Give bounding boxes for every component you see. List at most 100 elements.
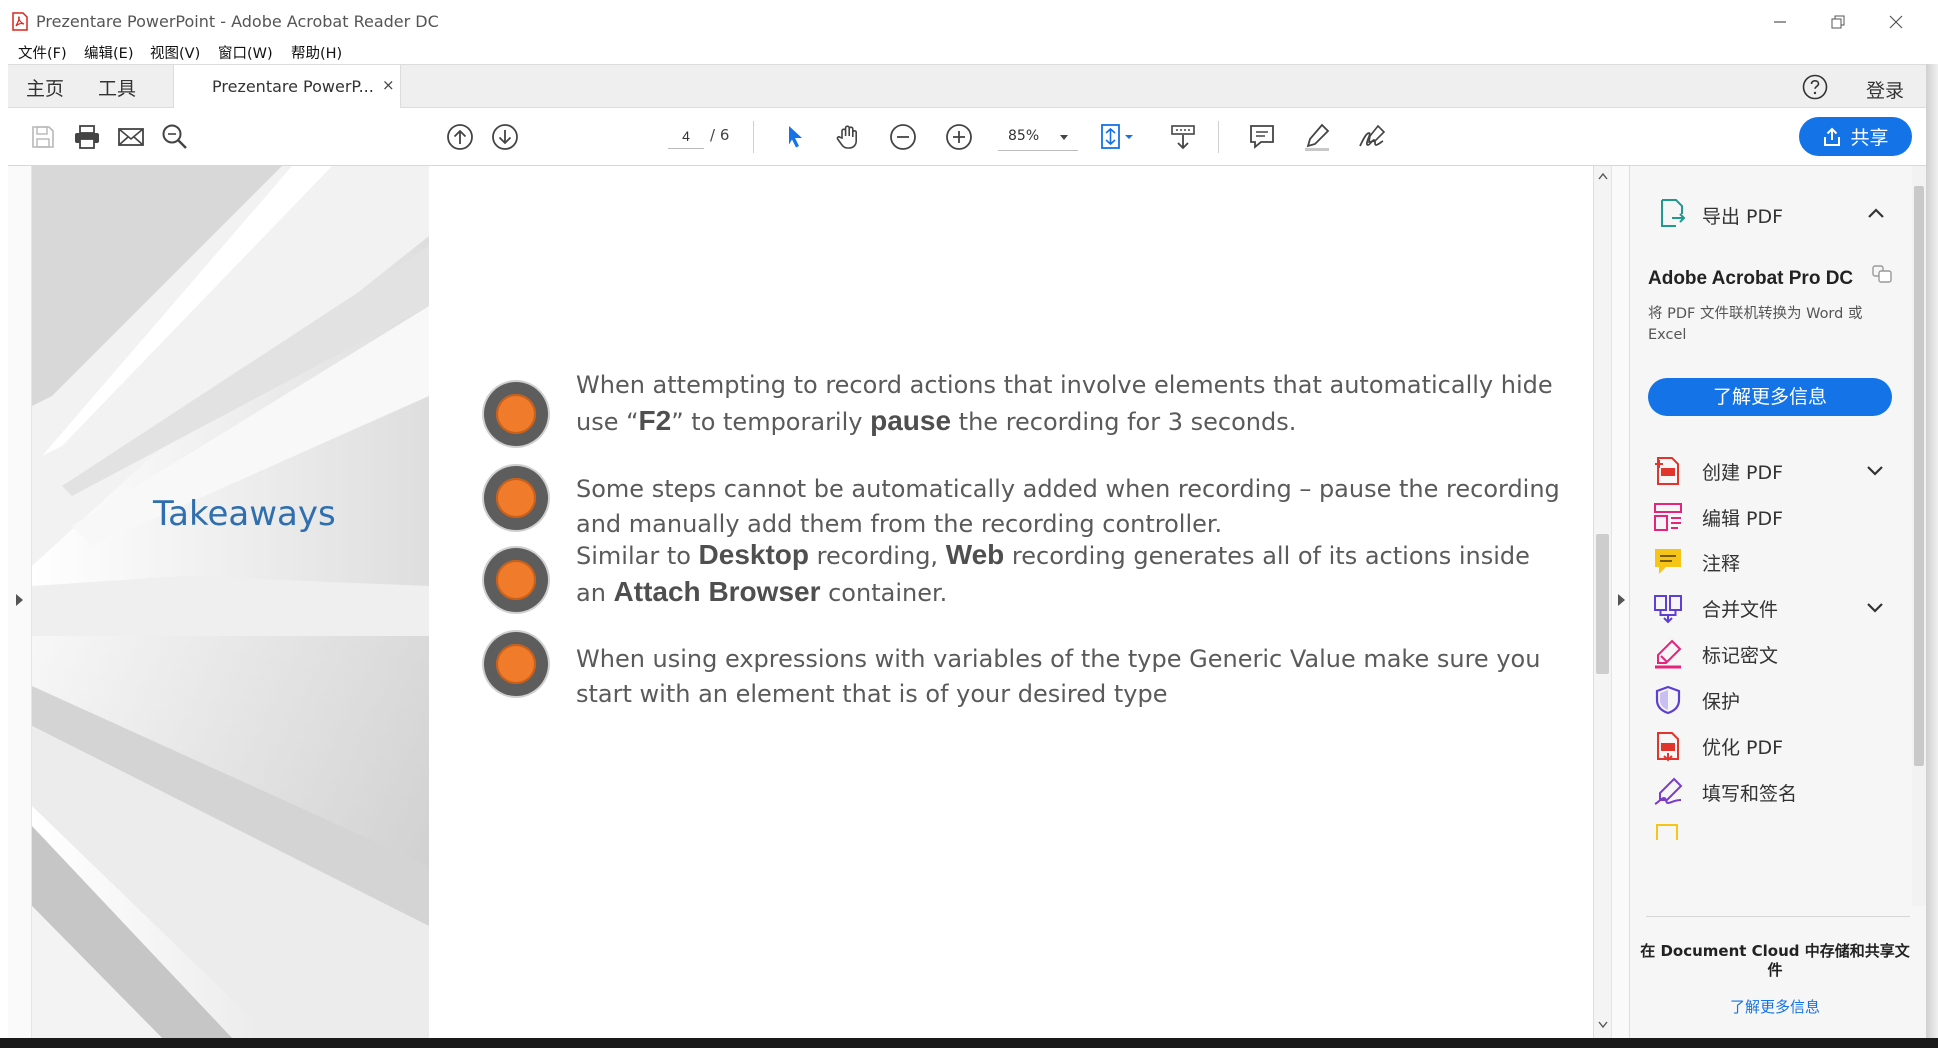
document-cloud-text: 在 Document Cloud 中存储和共享文件 [1640,942,1910,979]
tab-home[interactable]: 主页 [26,74,64,101]
more-tool-icon [1656,824,1678,840]
tool-label: 合并文件 [1702,599,1779,621]
save-icon[interactable] [28,122,58,152]
tab-bar: 主页 工具 Prezentare PowerP... × 登录 [8,64,1926,108]
window-title: Prezentare PowerPoint - Adobe Acrobat Re… [36,12,439,31]
divider [1646,916,1910,917]
document-view[interactable]: Takeaways When attempting to record acti… [8,166,1629,1038]
cloud-icon [1872,265,1892,283]
comment-icon[interactable] [1247,122,1277,152]
zoom-value: 85% [1008,128,1040,144]
promo-description: 将 PDF 文件联机转换为 Word 或 Excel [1648,306,1863,343]
promo-title: Adobe Acrobat Pro DC [1648,268,1854,289]
print-icon[interactable] [72,122,102,152]
scrollbar-thumb[interactable] [1914,186,1924,766]
edit-pdf-icon [1654,503,1682,531]
toolbar: / 6 85% [8,108,1926,166]
minimize-button[interactable] [1760,6,1800,38]
learn-more-button[interactable]: 了解更多信息 [1648,378,1892,416]
page-total: / 6 [710,126,730,144]
chevron-right-icon [1618,594,1625,606]
close-tab-button[interactable]: × [382,76,395,94]
close-window-button[interactable] [1876,6,1916,38]
restore-icon [1831,15,1845,29]
slide-background-image [32,166,429,1038]
fit-page-icon[interactable] [1098,122,1138,152]
left-panel-toggle[interactable] [8,166,32,1038]
toolbar-divider [1218,121,1219,153]
help-icon[interactable] [1802,74,1828,100]
scrollbar-thumb[interactable] [1596,534,1609,674]
tool-edit-pdf[interactable]: 编辑 PDF [1630,495,1910,539]
bullet-marker [484,548,548,612]
tool-row-partial[interactable] [1630,816,1910,840]
acrobat-app-icon [12,12,28,31]
scroll-mode-icon[interactable] [1168,122,1198,152]
bullet-marker [484,382,548,446]
zoom-in-icon[interactable] [944,122,974,152]
hand-tool-icon[interactable] [834,122,864,152]
tool-optimize-pdf[interactable]: 优化 PDF [1630,724,1910,768]
combine-files-icon [1654,595,1682,624]
sign-icon[interactable] [1356,122,1390,152]
previous-page-icon[interactable] [445,122,475,152]
menu-view[interactable]: 视图(V) [150,42,200,63]
search-icon[interactable] [160,122,190,152]
shield-icon [1655,685,1681,715]
menu-bar: 文件(F) 编辑(E) 视图(V) 窗口(W) 帮助(H) [0,40,1938,64]
chevron-down-icon[interactable] [1866,465,1884,477]
chevron-down-icon[interactable] [1866,602,1884,614]
chevron-up-icon[interactable] [1866,206,1886,220]
chevron-down-icon [1060,135,1068,140]
login-link[interactable]: 登录 [1866,76,1904,103]
zoom-select[interactable]: 85% [998,123,1078,151]
taskbar-strip [0,1038,1938,1048]
tool-create-pdf[interactable]: 创建 PDF [1630,449,1910,493]
document-cloud-learn-more-link[interactable]: 了解更多信息 [1640,996,1910,1017]
tool-comment[interactable]: 注释 [1630,540,1910,584]
document-scrollbar[interactable] [1593,166,1611,1038]
tools-pane-scrollbar[interactable] [1912,166,1926,906]
slide-bullet-text: Similar to Desktop recording, Web record… [576,539,1530,607]
tab-tools[interactable]: 工具 [98,74,136,101]
zoom-out-icon[interactable] [888,122,918,152]
highlight-icon[interactable] [1302,122,1332,152]
share-icon [1824,127,1841,146]
menu-help[interactable]: 帮助(H) [291,42,342,63]
next-page-icon[interactable] [490,122,520,152]
tool-label: 编辑 PDF [1702,508,1784,530]
menu-window[interactable]: 窗口(W) [218,42,273,63]
tool-label: 注释 [1702,553,1741,575]
menu-edit[interactable]: 编辑(E) [84,42,133,63]
page-number-input[interactable] [668,123,704,149]
export-pdf-icon [1661,199,1686,227]
select-cursor-icon[interactable] [780,122,810,152]
minimize-icon [1774,21,1786,23]
document-tab-label: Prezentare PowerP... [212,77,374,96]
tool-fill-sign[interactable]: 填写和签名 [1630,770,1910,814]
bullet-marker [484,466,548,530]
export-pdf-label: 导出 PDF [1702,206,1784,228]
menu-file[interactable]: 文件(F) [18,42,67,63]
slide-bullet-text: When using expressions with variables of… [576,645,1541,708]
email-icon[interactable] [116,122,146,152]
slide-title: Takeaways [153,494,336,534]
scroll-down-icon[interactable] [1598,1021,1608,1029]
share-label: 共享 [1850,127,1889,149]
fill-sign-icon [1654,777,1683,805]
close-icon [1889,15,1903,29]
tool-label: 创建 PDF [1702,462,1784,484]
window-edge [1926,64,1938,1038]
redact-icon [1655,639,1682,669]
share-button[interactable]: 共享 [1799,117,1912,156]
right-panel-toggle[interactable] [1611,166,1629,1038]
export-pdf-header[interactable]: 导出 PDF [1630,166,1927,246]
chevron-right-icon [16,594,23,606]
tool-protect[interactable]: 保护 [1630,678,1910,722]
optimize-pdf-icon [1657,732,1679,762]
tool-combine-files[interactable]: 合并文件 [1630,586,1910,630]
restore-button[interactable] [1818,6,1858,38]
tool-redact[interactable]: 标记密文 [1630,632,1910,676]
scroll-up-icon[interactable] [1598,172,1608,180]
tab-document[interactable]: Prezentare PowerP... × [173,65,401,108]
